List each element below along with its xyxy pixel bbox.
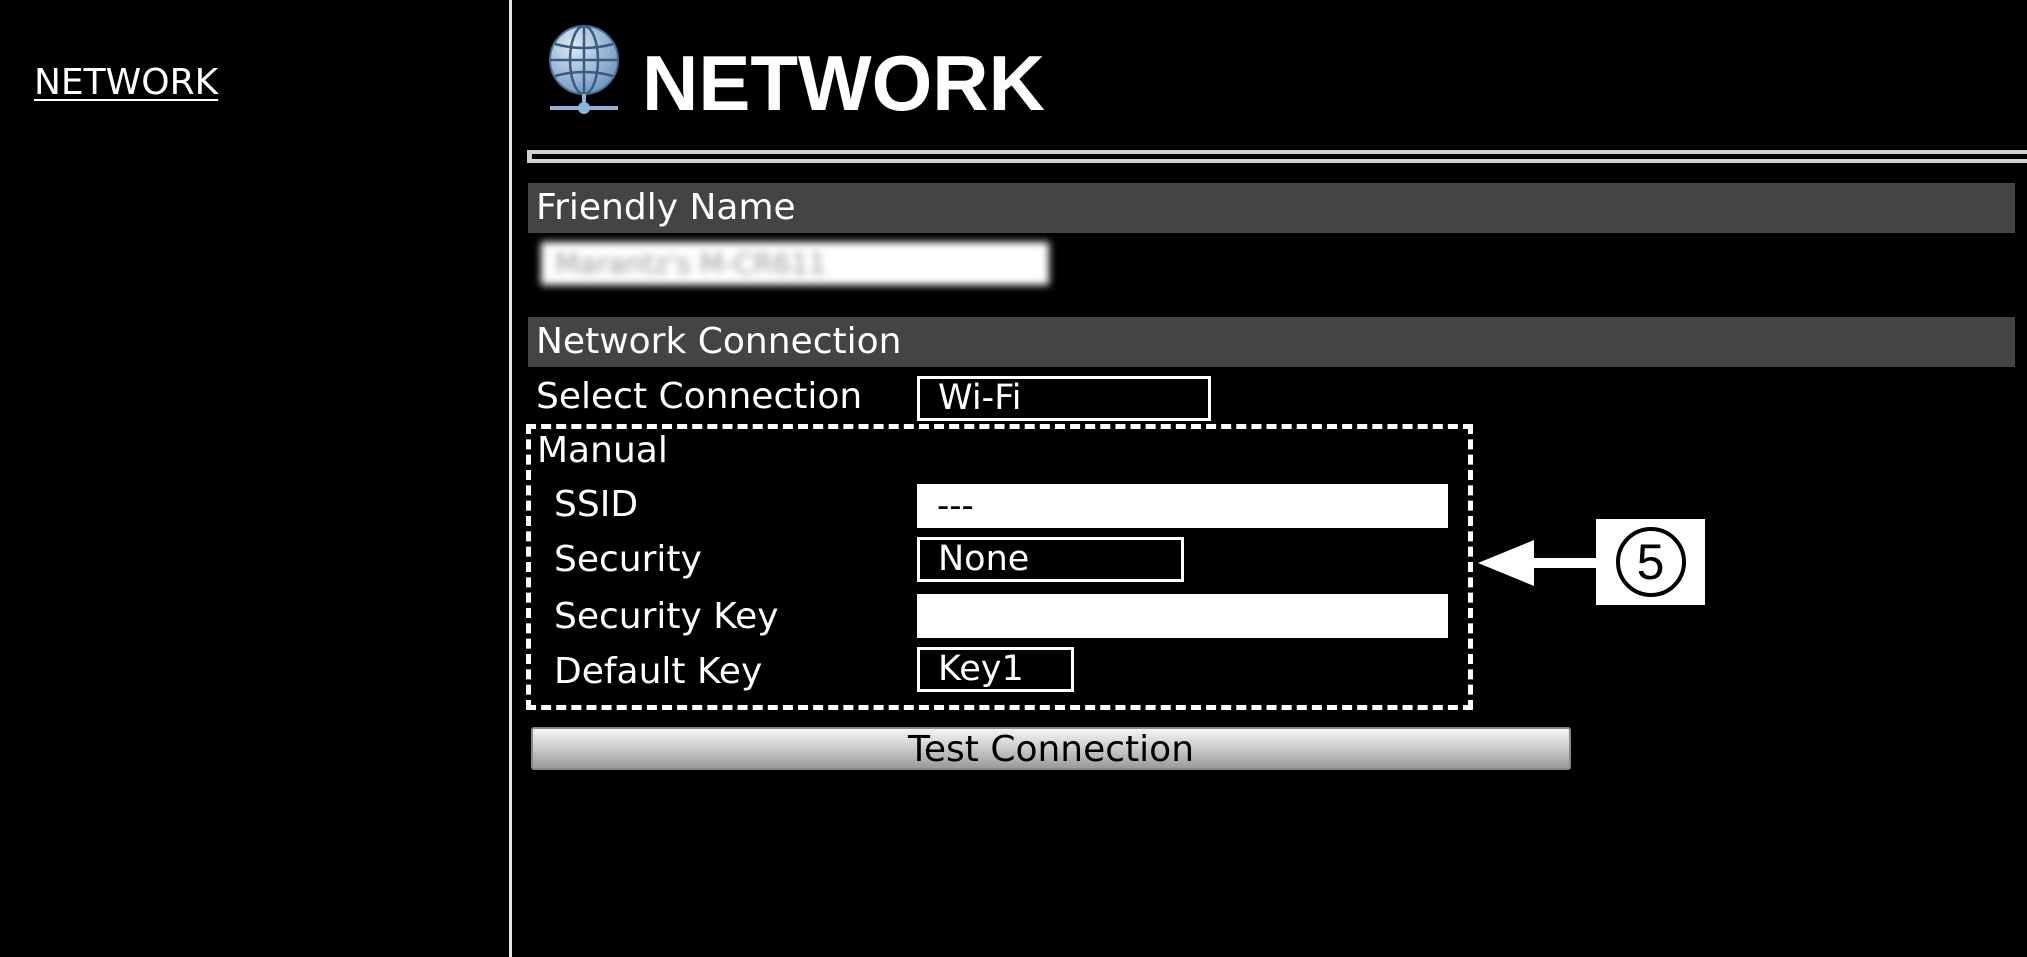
test-connection-button[interactable]: Test Connection (531, 727, 1571, 770)
sidebar-item-network[interactable]: NETWORK (34, 62, 218, 103)
manual-label: Manual (537, 430, 668, 471)
select-connection-dropdown[interactable]: Wi-Fi (917, 376, 1211, 421)
ssid-input[interactable]: --- (917, 484, 1448, 528)
default-key-dropdown[interactable]: Key1 (917, 647, 1074, 692)
security-label: Security (554, 539, 702, 580)
section-friendly-name: Friendly Name (528, 183, 2015, 233)
callout-number: 5 (1615, 527, 1686, 597)
friendly-name-input[interactable]: Marantz's M-CR611 (541, 242, 1049, 285)
section-network-connection: Network Connection (528, 317, 2015, 367)
security-dropdown[interactable]: None (917, 537, 1184, 582)
security-key-label: Security Key (554, 596, 779, 637)
default-key-label: Default Key (554, 651, 763, 692)
sidebar-divider (509, 0, 512, 957)
globe-network-icon (546, 24, 622, 116)
callout-marker: 5 (1596, 519, 1705, 605)
page-title: NETWORK (642, 39, 1045, 127)
security-key-input[interactable] (917, 594, 1448, 638)
select-connection-label: Select Connection (536, 376, 863, 417)
ssid-label: SSID (554, 484, 639, 525)
callout-arrow-icon (1478, 538, 1598, 588)
